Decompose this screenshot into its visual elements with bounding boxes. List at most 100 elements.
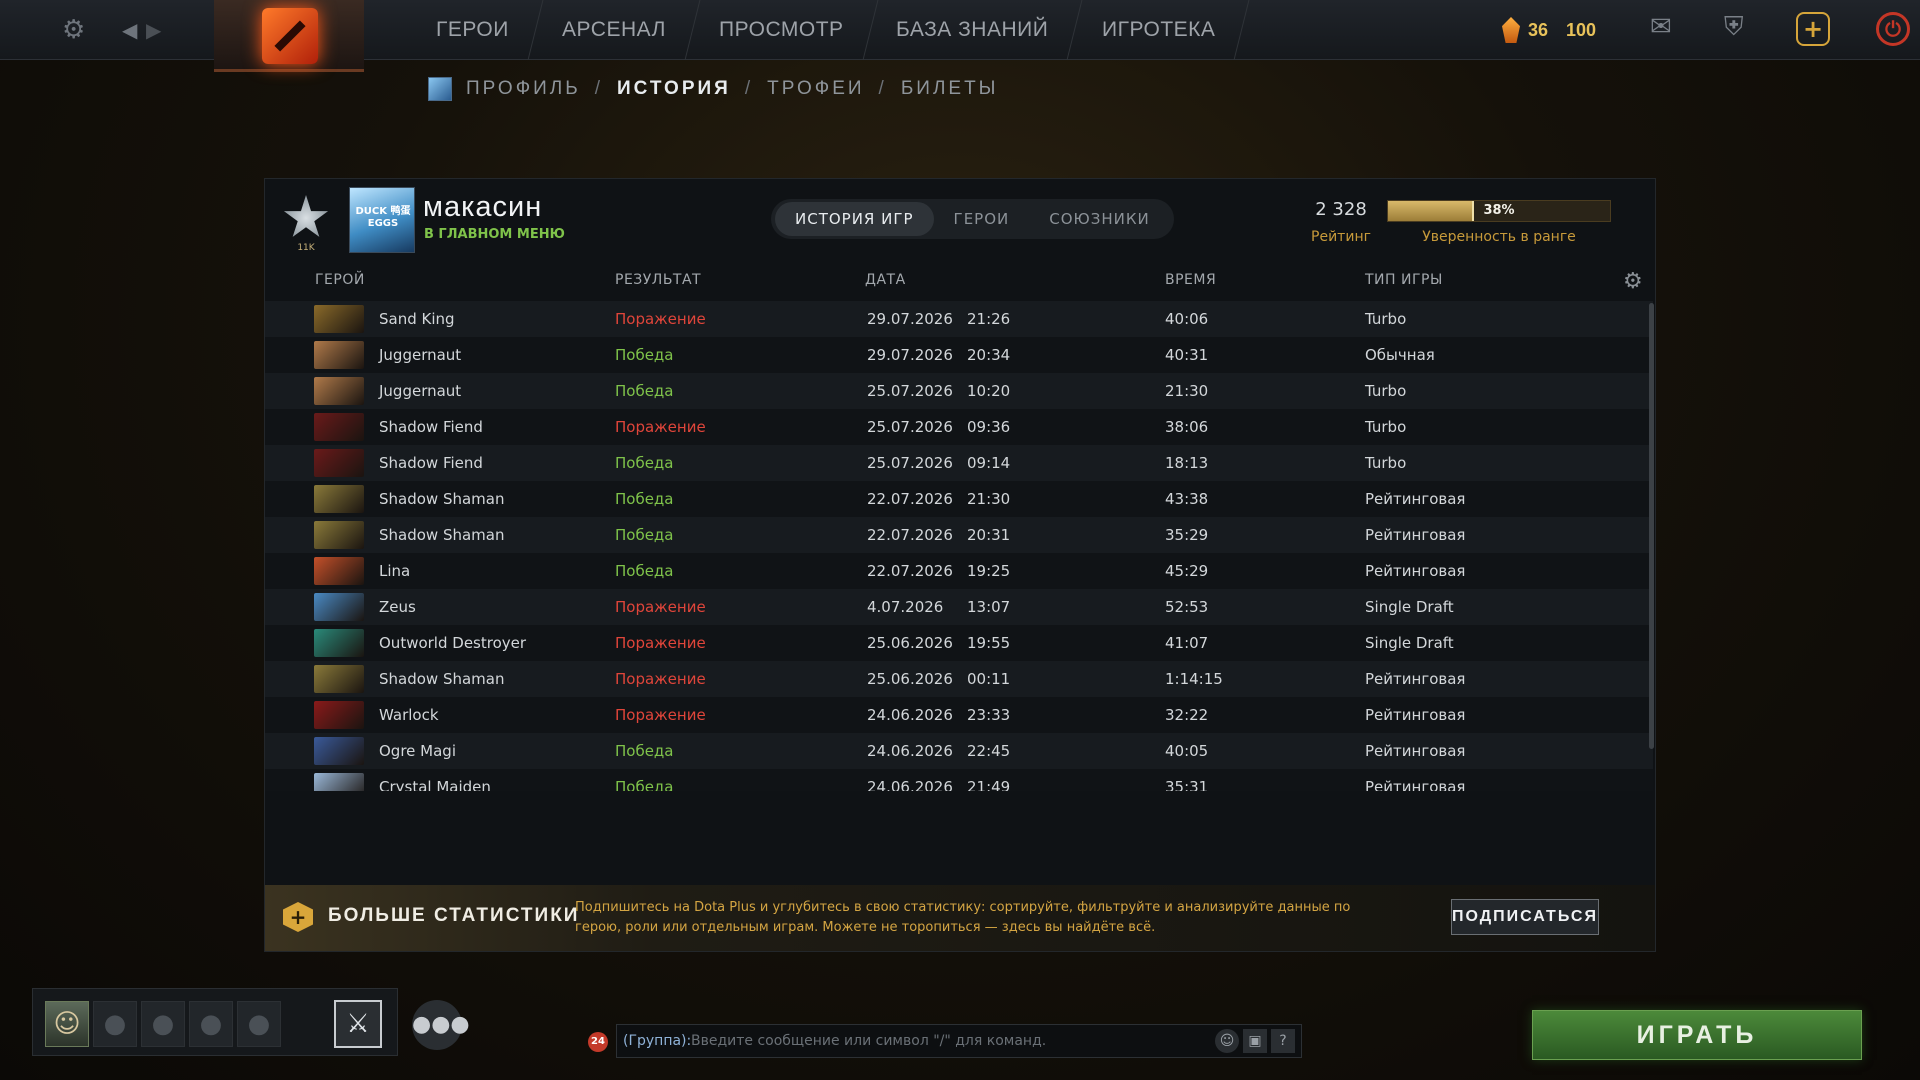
breadcrumb-avatar — [428, 77, 452, 101]
match-date: 22.07.2026 — [867, 526, 953, 544]
rating-value: 2 328 — [1315, 199, 1367, 220]
subscribe-button[interactable]: ПОДПИСАТЬСЯ — [1451, 899, 1599, 935]
hero-name: Juggernaut — [379, 382, 462, 400]
nav-watch[interactable]: ПРОСМОТР — [685, 0, 878, 60]
game-mode: Рейтинговая — [1365, 670, 1466, 688]
table-row[interactable]: Ogre Magi Победа 24.06.2026 22:45 40:05 Рейти… — [265, 733, 1653, 769]
breadcrumb-history[interactable]: ИСТОРИЯ — [617, 78, 731, 100]
game-mode: Turbo — [1365, 382, 1407, 400]
plus-level-value: 100 — [1566, 19, 1597, 40]
table-row[interactable]: Shadow Fiend Победа 25.07.2026 09:14 18:13 Tu… — [265, 445, 1653, 481]
dota-plus-promo-icon: + — [283, 902, 313, 932]
match-start-time: 21:49 — [967, 778, 1011, 791]
match-result: Поражение — [615, 310, 706, 328]
chat-help-icon[interactable]: ? — [1271, 1029, 1295, 1053]
game-mode: Рейтинговая — [1365, 490, 1466, 508]
shard-icon — [1502, 17, 1520, 43]
party-slot-empty-icon[interactable]: ● — [93, 1001, 137, 1047]
hero-portrait — [314, 773, 364, 791]
tab-heroes[interactable]: ГЕРОИ — [934, 202, 1030, 236]
match-result: Поражение — [615, 670, 706, 688]
emoji-icon[interactable]: ☺ — [1215, 1029, 1239, 1053]
match-result: Победа — [615, 382, 674, 400]
table-row[interactable]: Zeus Поражение 4.07.2026 13:07 52:53 Single D… — [265, 589, 1653, 625]
rank-confidence-bar: 38% — [1387, 200, 1611, 222]
match-date: 4.07.2026 — [867, 598, 944, 616]
column-game-type[interactable]: ТИП ИГРЫ — [1365, 272, 1443, 288]
nav-arcade[interactable]: ИГРОТЕКА — [1068, 0, 1250, 60]
guild-icon[interactable]: ⚔ — [334, 1000, 382, 1048]
tab-allies[interactable]: СОЮЗНИКИ — [1029, 202, 1169, 236]
breadcrumb-separator: / — [594, 78, 604, 99]
table-row[interactable]: Juggernaut Победа 25.07.2026 10:20 21:30 Turb… — [265, 373, 1653, 409]
dota-plus-promo: + БОЛЬШЕ СТАТИСТИКИ Подпишитесь на Dota … — [265, 885, 1655, 951]
chat-input[interactable]: (Группа): Введите сообщение или символ "… — [616, 1024, 1302, 1058]
chat-channel[interactable]: (Группа): — [623, 1025, 691, 1057]
game-mode: Рейтинговая — [1365, 562, 1466, 580]
hero-portrait — [314, 521, 364, 549]
match-date: 22.07.2026 — [867, 562, 953, 580]
match-start-time: 19:55 — [967, 634, 1011, 652]
play-button[interactable]: ИГРАТЬ — [1532, 1010, 1862, 1060]
nav-knowledge-base[interactable]: БАЗА ЗНАНИЙ — [862, 0, 1084, 60]
mail-icon[interactable]: ✉ — [1650, 12, 1672, 42]
hero-name: Outworld Destroyer — [379, 634, 527, 652]
table-row[interactable]: Shadow Fiend Поражение 25.07.2026 09:36 38:0… — [265, 409, 1653, 445]
table-row[interactable]: Shadow Shaman Поражение 25.06.2026 00:11 1:1… — [265, 661, 1653, 697]
hero-name: Warlock — [379, 706, 439, 724]
tab-match-history[interactable]: ИСТОРИЯ ИГР — [775, 202, 934, 236]
match-date: 22.07.2026 — [867, 490, 953, 508]
settings-gear-icon[interactable]: ⚙ — [62, 14, 85, 46]
nav-heroes[interactable]: ГЕРОИ — [402, 0, 544, 60]
match-duration: 18:13 — [1165, 454, 1209, 472]
party-slot-empty-icon[interactable]: ● — [141, 1001, 185, 1047]
match-list-scrollbar[interactable] — [1649, 303, 1654, 749]
table-row[interactable]: Sand King Поражение 29.07.2026 21:26 40:06 Tu… — [265, 301, 1653, 337]
match-result: Поражение — [615, 418, 706, 436]
breadcrumb-profile[interactable]: ПРОФИЛЬ — [466, 78, 581, 100]
match-history-panel: 11K DUCK 鸭蛋 EGGS макасин В ГЛАВНОМ МЕНЮ … — [264, 178, 1656, 952]
match-start-time: 21:26 — [967, 310, 1011, 328]
match-duration: 1:14:15 — [1165, 670, 1223, 688]
hero-portrait — [314, 629, 364, 657]
hero-portrait — [314, 593, 364, 621]
hero-name: Shadow Fiend — [379, 418, 483, 436]
dota-plus-icon[interactable]: + — [1796, 12, 1830, 46]
table-row[interactable]: Shadow Shaman Победа 22.07.2026 20:31 35:29 Р… — [265, 517, 1653, 553]
currency-display[interactable]: 36 100 — [1502, 14, 1596, 46]
table-row[interactable]: Crystal Maiden Победа 24.06.2026 21:49 35:31… — [265, 769, 1653, 791]
column-result[interactable]: РЕЗУЛЬТАТ — [615, 272, 701, 288]
table-row[interactable]: Lina Победа 22.07.2026 19:25 45:29 Рейтингова… — [265, 553, 1653, 589]
table-row[interactable]: Shadow Shaman Победа 22.07.2026 21:30 43:38 Р… — [265, 481, 1653, 517]
rank-medal[interactable]: 11K — [277, 189, 335, 253]
breadcrumb-tickets[interactable]: БИЛЕТЫ — [901, 78, 999, 100]
column-hero[interactable]: ГЕРОЙ — [315, 272, 365, 288]
avatar[interactable]: DUCK 鸭蛋 EGGS — [349, 187, 415, 253]
dota-logo-button[interactable] — [214, 0, 364, 72]
match-start-time: 09:36 — [967, 418, 1011, 436]
match-date: 24.06.2026 — [867, 706, 953, 724]
nav-arsenal[interactable]: АРСЕНАЛ — [528, 0, 701, 60]
match-result: Поражение — [615, 634, 706, 652]
back-arrow-icon[interactable]: ◀ — [122, 14, 137, 46]
game-mode: Рейтинговая — [1365, 742, 1466, 760]
match-list: Sand King Поражение 29.07.2026 21:26 40:06 Tu… — [265, 301, 1653, 791]
match-start-time: 13:07 — [967, 598, 1011, 616]
chat-image-icon[interactable]: ▣ — [1243, 1029, 1267, 1053]
table-settings-gear-icon[interactable]: ⚙ — [1623, 269, 1643, 294]
table-row[interactable]: Juggernaut Победа 29.07.2026 20:34 40:31 Обыч… — [265, 337, 1653, 373]
table-row[interactable]: Warlock Поражение 24.06.2026 23:33 32:22 Рейт… — [265, 697, 1653, 733]
friends-group-icon[interactable]: ●●● — [412, 1000, 470, 1050]
party-slot-empty-icon[interactable]: ● — [237, 1001, 281, 1047]
breadcrumb-trophies[interactable]: ТРОФЕИ — [767, 78, 864, 100]
chat-unread-badge[interactable]: 24 — [588, 1032, 608, 1052]
rank-confidence-label: Уверенность в ранге — [1422, 229, 1576, 245]
party-slot-empty-icon[interactable]: ● — [189, 1001, 233, 1047]
party-slot-self[interactable]: ☺ — [45, 1001, 89, 1047]
power-icon[interactable]: ⏻ — [1876, 12, 1910, 46]
table-row[interactable]: Outworld Destroyer Поражение 25.06.2026 19:… — [265, 625, 1653, 661]
armory-icon[interactable]: ⛨ — [1724, 12, 1744, 43]
forward-arrow-icon[interactable]: ▶ — [146, 14, 161, 46]
column-date[interactable]: ДАТА — [865, 272, 906, 288]
column-duration[interactable]: ВРЕМЯ — [1165, 272, 1216, 288]
